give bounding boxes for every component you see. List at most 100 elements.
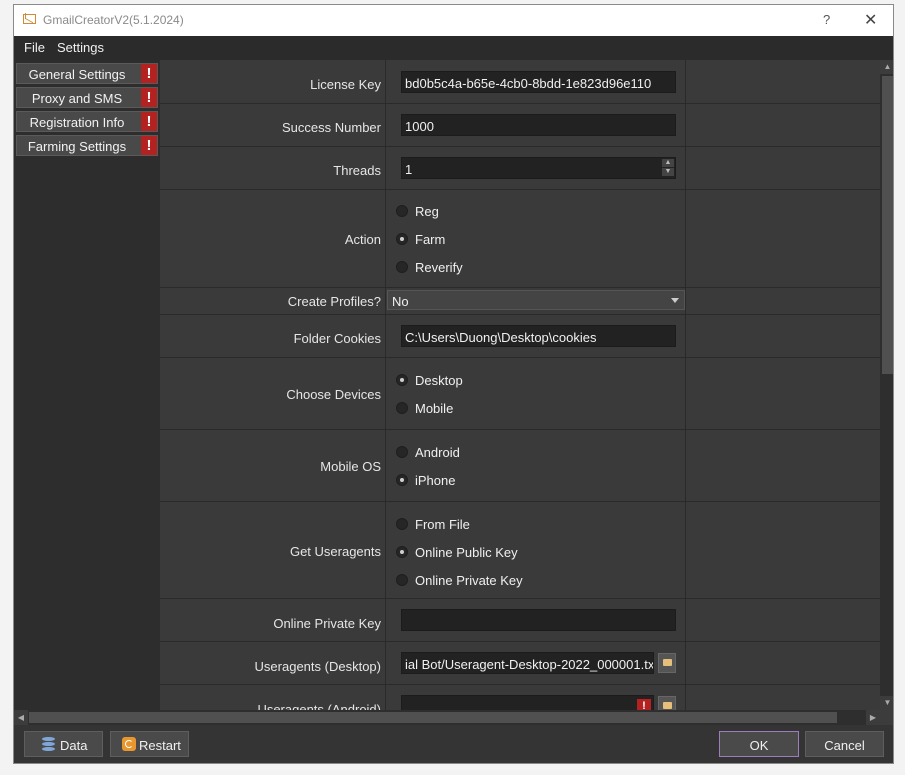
radio-indicator[interactable]: [396, 261, 408, 273]
useragents-desktop-label: Useragents (Desktop): [254, 659, 381, 674]
row-folder-cookies: Folder Cookies C:\Users\Duong\Desktop\co…: [160, 315, 880, 358]
warning-icon: !: [141, 64, 157, 83]
radio-label: Online Private Key: [415, 573, 523, 588]
radio-indicator[interactable]: [396, 446, 408, 458]
cancel-button-label: Cancel: [824, 738, 865, 753]
row-action: Action Reg Farm Reverify: [160, 190, 880, 288]
threads-stepper[interactable]: ▲ ▼: [662, 159, 674, 177]
radio-label: Android: [415, 445, 460, 460]
get-useragents-label: Get Useragents: [289, 544, 381, 559]
menu-settings[interactable]: Settings: [57, 40, 104, 55]
useragents-desktop-input[interactable]: ial Bot/Useragent-Desktop-2022_000001.tx…: [401, 652, 654, 674]
chevron-down-icon: [671, 298, 679, 303]
radio-indicator[interactable]: [396, 205, 408, 217]
spin-down-icon[interactable]: ▼: [662, 168, 674, 176]
online-private-key-input[interactable]: [401, 609, 676, 631]
sidebar-item-proxy-and-sms[interactable]: Proxy and SMS !: [16, 87, 158, 108]
choose-devices-label: Choose Devices: [286, 387, 381, 402]
vertical-scrollbar[interactable]: ▲ ▼: [880, 60, 893, 710]
threads-value: 1: [405, 162, 413, 177]
restart-button-label: Restart: [139, 738, 181, 753]
radio-indicator-selected[interactable]: [396, 233, 408, 245]
sidebar-item-label: Registration Info: [29, 115, 125, 130]
radio-label: Farm: [415, 232, 446, 247]
radio-indicator-selected[interactable]: [396, 474, 408, 486]
radio-label: Online Public Key: [415, 545, 518, 560]
create-profiles-label: Create Profiles?: [287, 294, 381, 309]
row-threads: Threads 1 ▲ ▼: [160, 147, 880, 190]
cancel-button[interactable]: Cancel: [805, 731, 884, 757]
close-button[interactable]: ✕: [864, 10, 877, 30]
app-mail-icon: [23, 14, 36, 24]
radio-indicator-selected[interactable]: [396, 546, 408, 558]
radio-label: From File: [415, 517, 470, 532]
radio-label: Mobile: [415, 401, 454, 416]
row-mobile-os: Mobile OS Android iPhone: [160, 430, 880, 502]
threads-label: Threads: [333, 163, 381, 178]
data-button-label: Data: [60, 738, 88, 753]
radio-label: Reg: [415, 204, 439, 219]
radio-indicator[interactable]: [396, 402, 408, 414]
scroll-up-icon[interactable]: ▲: [880, 60, 893, 74]
sidebar-item-label: General Settings: [28, 67, 126, 82]
restart-icon: [122, 737, 136, 751]
browse-file-button[interactable]: [658, 653, 676, 673]
sidebar-item-registration-info[interactable]: Registration Info !: [16, 111, 158, 132]
action-label: Action: [344, 232, 381, 247]
sidebar-item-general-settings[interactable]: General Settings !: [16, 63, 158, 84]
radio-label: Reverify: [415, 260, 463, 275]
footer-bar: Data Restart OK Cancel: [14, 725, 893, 763]
sidebar: General Settings ! Proxy and SMS ! Regis…: [14, 60, 160, 710]
title-bar: GmailCreatorV2(5.1.2024) ? ✕: [14, 5, 893, 36]
menu-file[interactable]: File: [24, 40, 45, 55]
warning-icon: !: [141, 136, 157, 155]
success-number-input[interactable]: 1000: [401, 114, 676, 136]
useragents-android-input[interactable]: [401, 695, 654, 710]
radio-indicator-selected[interactable]: [396, 374, 408, 386]
threads-spinbox[interactable]: 1 ▲ ▼: [401, 157, 676, 179]
scroll-down-icon[interactable]: ▼: [880, 696, 893, 710]
create-profiles-select[interactable]: No: [387, 290, 685, 310]
radio-indicator[interactable]: [396, 518, 408, 530]
radio-indicator[interactable]: [396, 574, 408, 586]
menu-bar: File Settings: [14, 36, 893, 60]
mobile-os-label: Mobile OS: [320, 459, 381, 474]
help-button[interactable]: ?: [823, 12, 830, 27]
row-get-useragents: Get Useragents From File Online Public K…: [160, 502, 880, 599]
row-online-private-key: Online Private Key: [160, 599, 880, 642]
sidebar-item-label: Proxy and SMS: [31, 91, 123, 106]
online-private-key-label: Online Private Key: [273, 616, 381, 631]
warning-icon: !: [637, 699, 651, 710]
spin-up-icon[interactable]: ▲: [662, 159, 674, 167]
sidebar-item-label: Farming Settings: [27, 139, 127, 154]
radio-label: Desktop: [415, 373, 463, 388]
restart-button[interactable]: Restart: [110, 731, 189, 757]
folder-cookies-label: Folder Cookies: [293, 331, 381, 346]
warning-icon: !: [141, 112, 157, 131]
scroll-right-icon[interactable]: ▶: [866, 710, 880, 725]
scroll-thumb[interactable]: [882, 76, 893, 374]
horizontal-scrollbar[interactable]: ◀ ▶: [14, 710, 880, 725]
row-license-key: License Key bd0b5c4a-b65e-4cb0-8bdd-1e82…: [160, 60, 880, 104]
folder-cookies-input[interactable]: C:\Users\Duong\Desktop\cookies: [401, 325, 676, 347]
scroll-thumb[interactable]: [29, 712, 837, 723]
row-create-profiles: Create Profiles? No: [160, 288, 880, 315]
settings-form: License Key bd0b5c4a-b65e-4cb0-8bdd-1e82…: [160, 60, 880, 710]
window-title: GmailCreatorV2(5.1.2024): [43, 13, 184, 27]
browse-file-button[interactable]: [658, 696, 676, 710]
database-icon: [42, 737, 55, 751]
warning-icon: !: [141, 88, 157, 107]
row-useragents-desktop: Useragents (Desktop) ial Bot/Useragent-D…: [160, 642, 880, 685]
ok-button[interactable]: OK: [719, 731, 799, 757]
useragents-android-label: Useragents (Android): [257, 702, 381, 710]
ok-button-label: OK: [749, 738, 769, 753]
main-window: GmailCreatorV2(5.1.2024) ? ✕ File Settin…: [13, 4, 894, 764]
radio-label: iPhone: [415, 473, 456, 488]
row-useragents-android: Useragents (Android) !: [160, 685, 880, 710]
license-key-input[interactable]: bd0b5c4a-b65e-4cb0-8bdd-1e823d96e110: [401, 71, 676, 93]
license-key-label: License Key: [310, 77, 381, 92]
sidebar-item-farming-settings[interactable]: Farming Settings !: [16, 135, 158, 156]
success-number-label: Success Number: [282, 120, 381, 135]
data-button[interactable]: Data: [24, 731, 103, 757]
scroll-left-icon[interactable]: ◀: [14, 710, 28, 725]
